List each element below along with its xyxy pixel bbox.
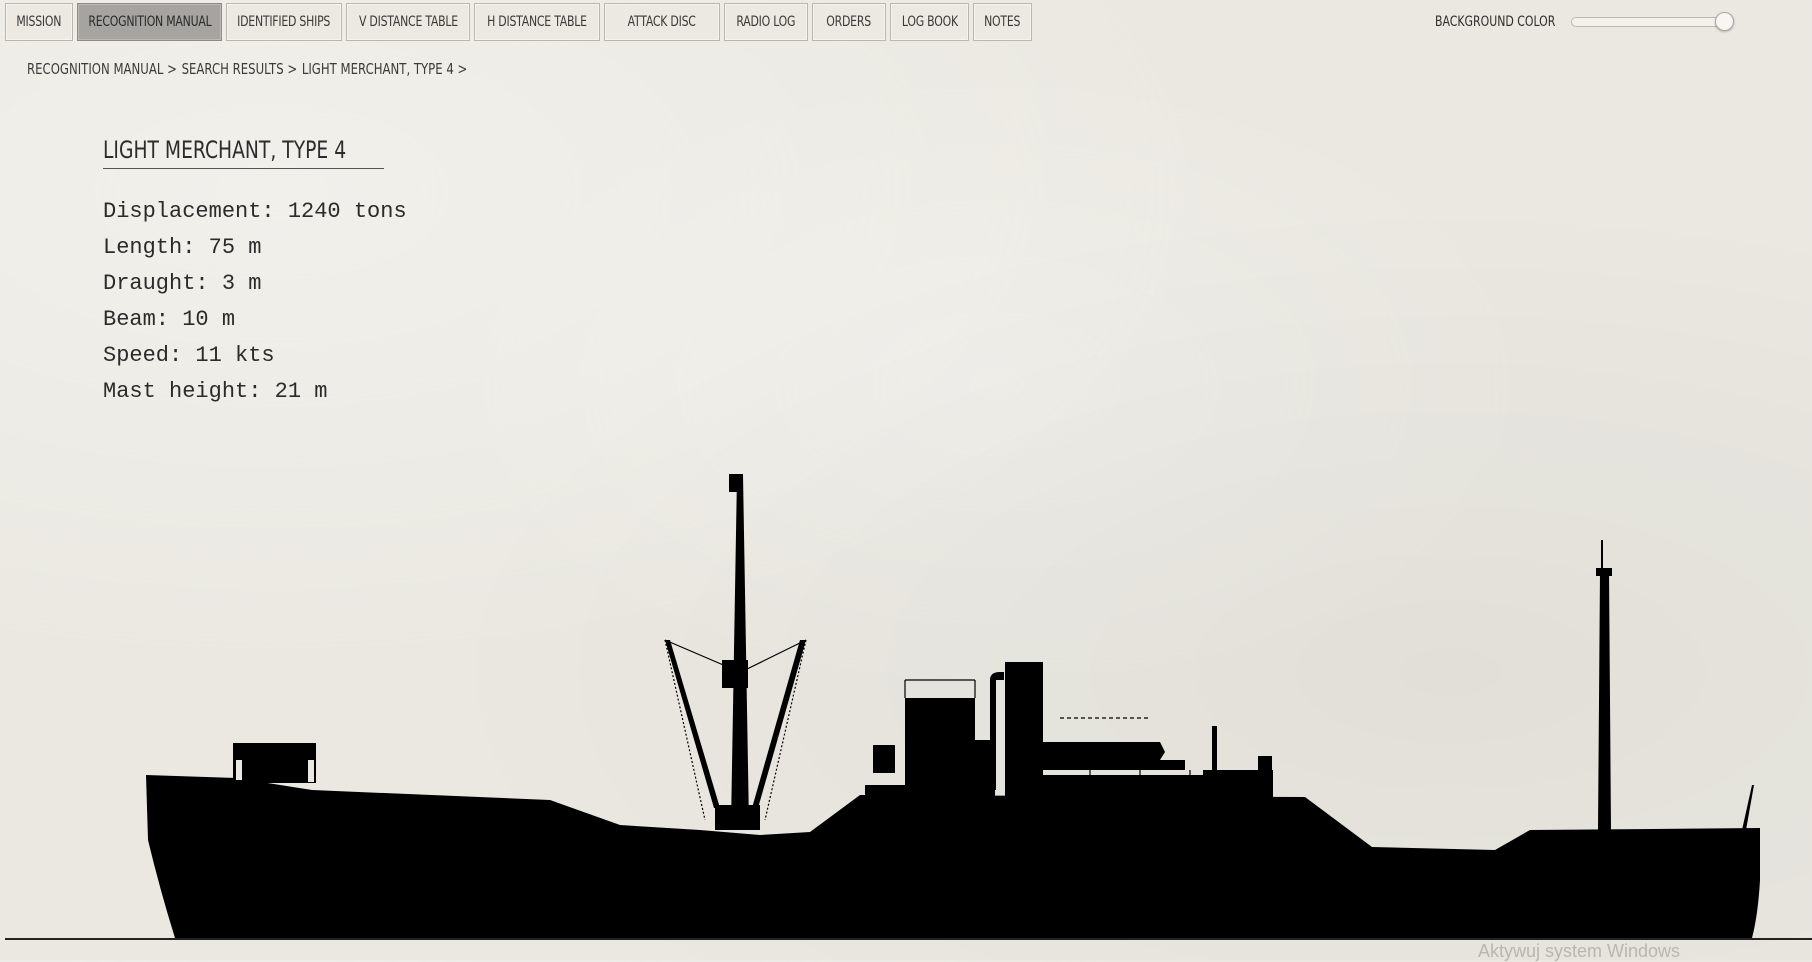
tab-identified-ships[interactable]: IDENTIFIED SHIPS [226, 3, 342, 41]
tab-notes[interactable]: NOTES [973, 3, 1032, 41]
tab-v-distance-table[interactable]: V DISTANCE TABLE [346, 3, 470, 41]
tab-mission[interactable]: MISSION [5, 3, 73, 41]
breadcrumb-search-results[interactable]: SEARCH RESULTS > [182, 60, 298, 78]
tab-label: RADIO LOG [736, 14, 796, 30]
ship-silhouette [146, 474, 1760, 938]
spec-beam: Beam: 10 m [103, 307, 236, 332]
background-color-slider[interactable] [1571, 12, 1734, 31]
tab-orders[interactable]: ORDERS [812, 3, 886, 41]
tab-label: ORDERS [826, 14, 872, 30]
tab-bar: MISSION RECOGNITION MANUAL IDENTIFIED SH… [5, 3, 1032, 43]
breadcrumb: RECOGNITION MANUAL > SEARCH RESULTS > LIGH… [27, 60, 472, 78]
tab-attack-disc[interactable]: ATTACK DISC [604, 3, 720, 41]
background-color-control: BACKGROUND COLOR [1435, 12, 1734, 31]
tab-log-book[interactable]: LOG BOOK [890, 3, 969, 41]
page-title: LIGHT MERCHANT, TYPE 4 [103, 136, 347, 164]
background-color-label: BACKGROUND COLOR [1435, 14, 1556, 30]
tab-label: LOG BOOK [901, 14, 958, 30]
tab-label: ATTACK DISC [627, 14, 697, 30]
tab-radio-log[interactable]: RADIO LOG [724, 3, 808, 41]
ship-header: LIGHT MERCHANT, TYPE 4 [103, 136, 415, 169]
spec-draught: Draught: 3 m [103, 271, 262, 296]
spec-speed: Speed: 11 kts [103, 343, 275, 368]
breadcrumb-current-ship[interactable]: LIGHT MERCHANT, TYPE 4 > [302, 60, 467, 78]
title-underline [103, 168, 384, 169]
slider-thumb[interactable] [1715, 12, 1734, 31]
waterline [5, 938, 1812, 940]
tab-recognition-manual[interactable]: RECOGNITION MANUAL [77, 3, 222, 41]
breadcrumb-recognition-manual[interactable]: RECOGNITION MANUAL > [27, 60, 177, 78]
tab-label: H DISTANCE TABLE [487, 14, 587, 30]
spec-mast-height: Mast height: 21 m [103, 379, 328, 404]
tab-label: IDENTIFIED SHIPS [237, 14, 331, 30]
tab-label: MISSION [16, 14, 62, 30]
spec-length: Length: 75 m [103, 235, 262, 260]
tab-label: V DISTANCE TABLE [358, 14, 458, 30]
ship-specs: Displacement: 1240 tons Length: 75 m Dra… [103, 194, 407, 410]
spec-displacement: Displacement: 1240 tons [103, 199, 407, 224]
tab-h-distance-table[interactable]: H DISTANCE TABLE [474, 3, 600, 41]
tab-label: NOTES [984, 14, 1021, 30]
tab-label: RECOGNITION MANUAL [87, 14, 212, 30]
windows-activation-watermark: Aktywuj system Windows [1478, 941, 1681, 961]
